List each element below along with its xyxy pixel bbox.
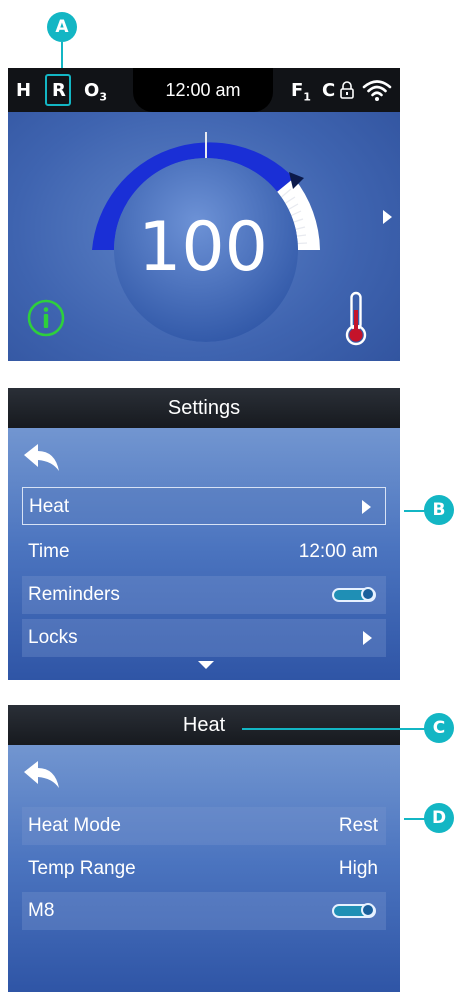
callout-c: C [424,713,454,743]
reminders-toggle[interactable] [332,587,376,602]
wifi-icon [362,80,392,101]
status-f1-sub: 1 [303,90,311,104]
heat-title-text: Heat [182,713,226,736]
clock-time: 12:00 am [165,79,241,100]
callout-d-line [404,818,426,820]
info-icon[interactable] [26,298,66,338]
heat-item-label: M8 [28,900,55,921]
status-h: H [16,80,32,101]
lock-icon [340,81,354,99]
status-o3: O3 [84,80,107,104]
heat-item-value: Rest [338,815,378,836]
settings-title: Settings [8,388,400,428]
status-f1-label: F [291,80,304,101]
heat-panel: Heat Heat Mode Rest Temp Range High M8 [8,705,400,992]
chevron-right-icon [363,631,372,645]
water-temperature: 100 [138,208,268,287]
settings-item-label: Locks [28,627,78,648]
heat-title: Heat [8,705,400,745]
heat-item-label: Heat Mode [28,815,121,836]
settings-item-locks[interactable]: Locks [22,619,386,657]
heat-item-value: High [338,858,378,879]
status-o3-label: O [84,80,100,101]
chevron-right-icon [362,500,371,514]
settings-item-label: Heat [29,496,70,517]
settings-item-label: Reminders [28,584,120,605]
callout-c-line [242,728,426,730]
settings-item-label: Time [28,541,70,562]
status-c: C [322,80,336,101]
status-o3-sub: 3 [99,90,107,104]
heat-item-m8[interactable]: M8 [22,892,386,930]
callout-b: B [424,495,454,525]
status-f1: F1 [291,80,311,104]
chevron-right-icon[interactable] [383,210,392,224]
heat-item-temp-range[interactable]: Temp Range High [22,850,386,888]
settings-item-reminders[interactable]: Reminders [22,576,386,614]
back-arrow-icon[interactable] [22,759,62,791]
main-screen: H R O3 12:00 am F1 C 100 [8,68,400,361]
settings-item-heat[interactable]: Heat [22,487,386,525]
m8-toggle[interactable] [332,903,376,918]
toggle-knob [361,587,375,601]
settings-item-time[interactable]: Time 12:00 am [22,533,386,571]
settings-panel: Settings Heat Time 12:00 am Reminders Lo… [8,388,400,680]
callout-d: D [424,803,454,833]
settings-item-value: 12:00 am [298,541,378,562]
scroll-down-icon[interactable] [198,661,214,669]
clock-display[interactable]: 12:00 am [133,68,273,112]
callout-a: A [47,12,77,42]
heat-item-label: Temp Range [28,858,136,879]
heat-item-heat-mode[interactable]: Heat Mode Rest [22,807,386,845]
settings-title-text: Settings [167,396,241,419]
reminder-indicator-highlight [45,74,71,106]
toggle-knob [361,903,375,917]
back-arrow-icon[interactable] [22,442,62,474]
callout-b-line [404,510,426,512]
thermometer-icon[interactable] [342,290,370,348]
